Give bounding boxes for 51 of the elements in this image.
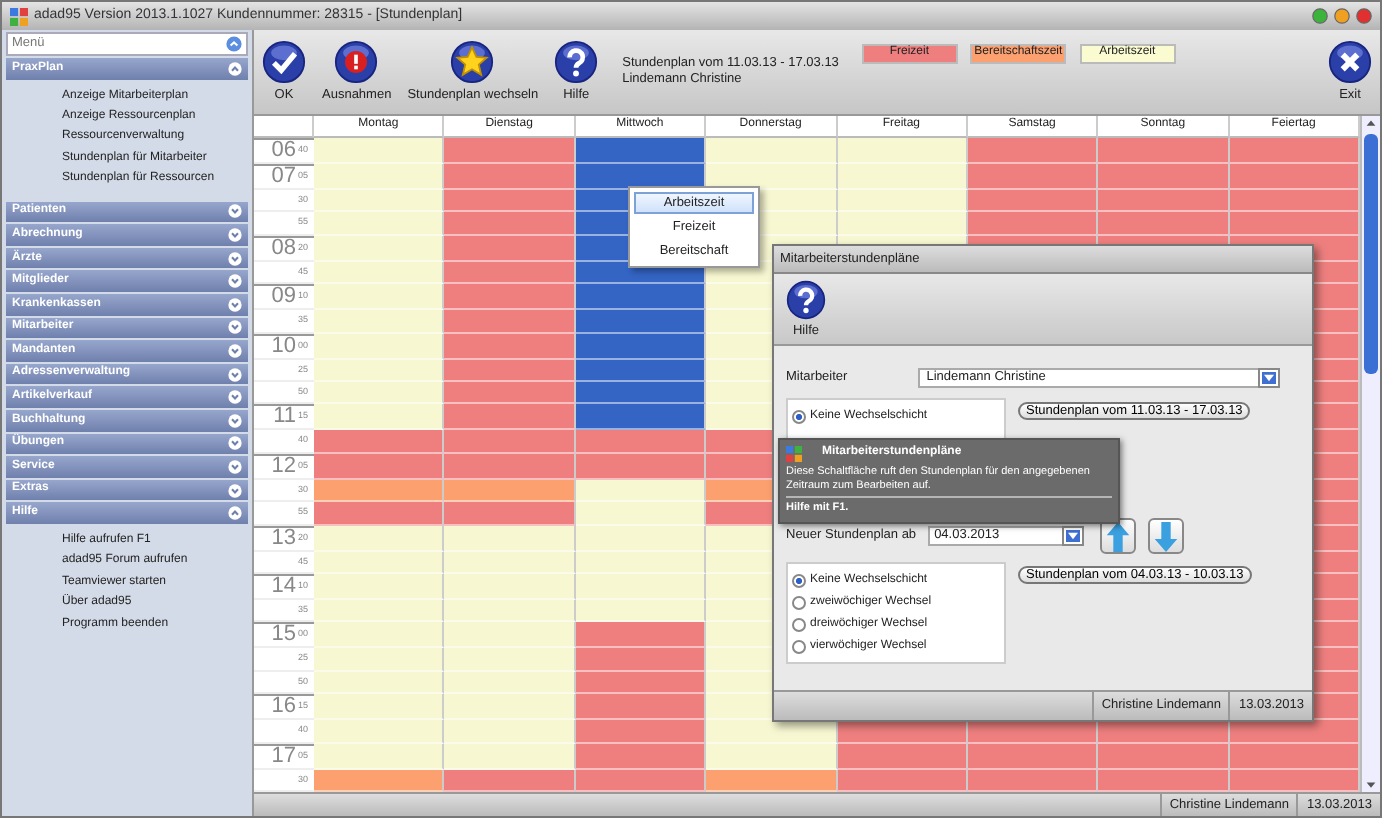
chevron-down-icon [228, 367, 242, 382]
chevron-down-icon [228, 483, 242, 498]
hour-label: 17 [271, 745, 296, 768]
chevron-down-icon [228, 343, 242, 358]
app-logo-icon [10, 7, 28, 25]
hour-label: 08 [271, 237, 296, 260]
hour-label: 11 [273, 406, 296, 429]
chevron-down-icon [228, 251, 242, 266]
chevron-down-icon [228, 297, 242, 312]
help-icon [554, 40, 599, 85]
warning-icon [334, 40, 379, 85]
radio-button[interactable] [792, 639, 806, 654]
dropdown-button[interactable] [1260, 369, 1279, 386]
grid-icon [786, 446, 802, 462]
chevron-down-icon [228, 320, 242, 335]
scrollbar-thumb[interactable] [1364, 134, 1378, 374]
chevron-down-icon [228, 274, 242, 289]
chevron-up-icon [228, 61, 242, 76]
hour-label: 07 [271, 166, 296, 188]
caret-down-icon [1068, 532, 1079, 541]
close-button[interactable] [1356, 8, 1372, 24]
hour-label: 13 [271, 527, 296, 550]
hour-label: 06 [271, 140, 296, 162]
radio-button[interactable] [792, 595, 806, 610]
hour-label: 09 [271, 286, 296, 309]
dropdown-button[interactable] [1064, 528, 1083, 545]
help-icon [786, 279, 826, 320]
radio-button[interactable] [792, 617, 806, 632]
checkmark-icon [262, 40, 306, 85]
close-icon [1328, 40, 1372, 85]
radio-button[interactable] [792, 409, 806, 424]
hour-label: 16 [271, 696, 296, 719]
chevron-down-icon [228, 228, 242, 243]
minimize-button[interactable] [1312, 8, 1328, 24]
chevron-down-icon [228, 413, 242, 428]
chevron-down-icon [228, 436, 242, 451]
arrow-up-icon [1105, 521, 1130, 552]
chevron-down-icon [228, 459, 242, 474]
chevron-up-icon [228, 506, 242, 521]
hour-label: 14 [271, 575, 296, 598]
hour-label: 10 [271, 335, 296, 358]
move-down-button[interactable] [1147, 518, 1184, 555]
chevron-down-icon [228, 204, 242, 219]
maximize-button[interactable] [1334, 8, 1350, 24]
move-up-button[interactable] [1099, 518, 1136, 555]
hour-label: 12 [271, 455, 296, 478]
chevron-down-icon [228, 390, 242, 405]
arrow-down-icon [1153, 521, 1178, 552]
scrollbar[interactable] [1360, 116, 1380, 792]
hour-label: 15 [271, 624, 296, 647]
radio-button[interactable] [792, 573, 806, 588]
